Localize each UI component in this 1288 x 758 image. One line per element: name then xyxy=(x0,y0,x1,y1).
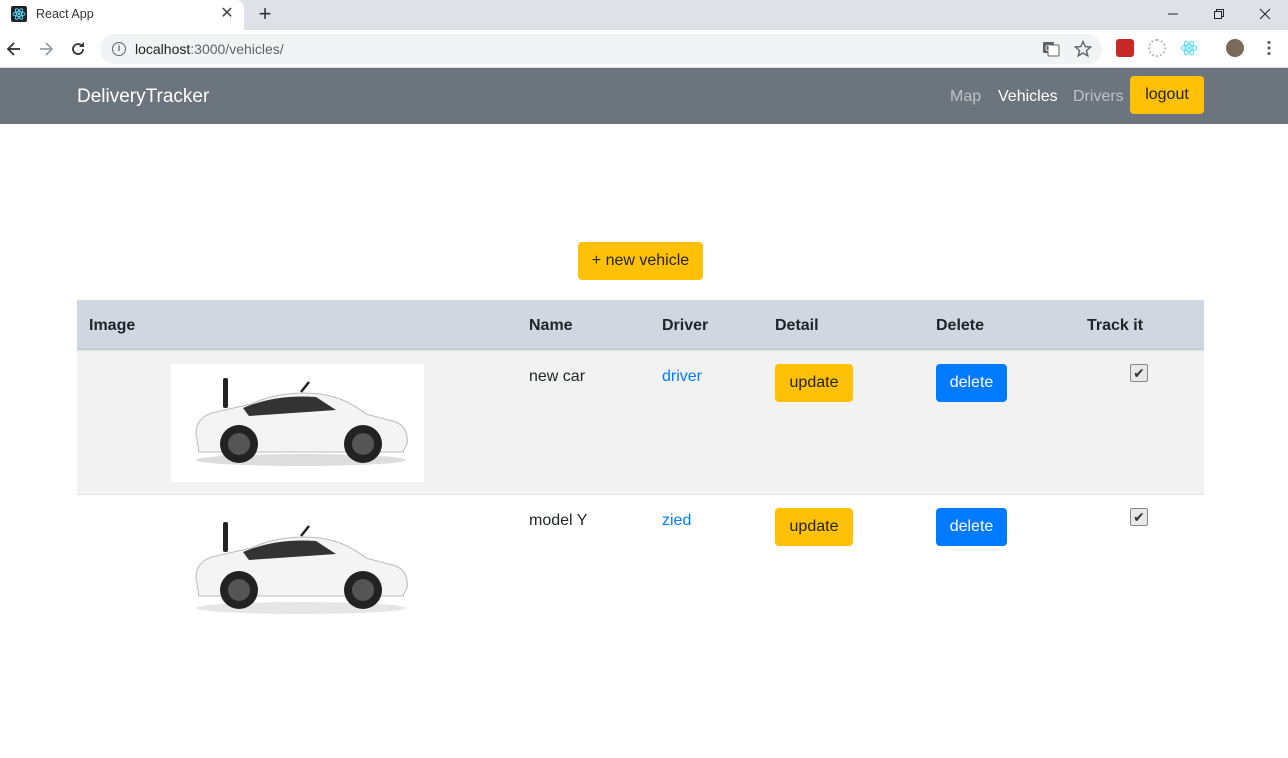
header-image: Image xyxy=(89,317,136,334)
track-checkbox[interactable]: ✔ xyxy=(1130,508,1148,526)
nav-link-vehicles[interactable]: Vehicles xyxy=(998,88,1058,106)
profile-avatar[interactable] xyxy=(1226,39,1244,57)
vehicle-image xyxy=(171,508,424,626)
app-navbar: DeliveryTracker Map Vehicles Drivers log… xyxy=(0,68,1288,124)
close-window-icon[interactable] xyxy=(1242,2,1288,26)
table-row: new car driver update delete ✔ xyxy=(77,350,1204,494)
header-track-it: Track it xyxy=(1087,317,1144,334)
new-tab-icon[interactable]: + xyxy=(254,3,276,25)
update-button[interactable]: update xyxy=(775,364,853,402)
delete-button[interactable]: delete xyxy=(936,364,1007,402)
nav-link-drivers[interactable]: Drivers xyxy=(1073,88,1124,106)
translate-icon[interactable]: G xyxy=(1042,40,1060,58)
header-detail: Detail xyxy=(775,317,819,334)
vehicle-name: new car xyxy=(529,368,586,385)
extension-red-icon[interactable] xyxy=(1116,39,1134,57)
minimize-icon[interactable] xyxy=(1150,2,1196,26)
header-driver: Driver xyxy=(662,317,709,334)
brand-logo[interactable]: DeliveryTracker xyxy=(77,86,209,108)
header-delete: Delete xyxy=(936,317,985,334)
react-devtools-icon[interactable] xyxy=(1180,39,1198,57)
tab-close-icon[interactable]: ✕ xyxy=(218,5,236,23)
svg-text:G: G xyxy=(1045,44,1051,53)
table-header: Image Name Driver Detail Delete Track it xyxy=(77,300,1204,350)
bookmark-star-icon[interactable] xyxy=(1073,39,1093,58)
update-button[interactable]: update xyxy=(775,508,853,546)
driver-link[interactable]: zied xyxy=(662,512,691,530)
site-info-icon[interactable]: i xyxy=(112,42,126,56)
restore-icon[interactable] xyxy=(1196,2,1242,26)
new-vehicle-button[interactable]: + new vehicle xyxy=(578,242,703,280)
address-bar[interactable]: i localhost:3000/vehicles/ G xyxy=(100,34,1102,64)
track-checkbox[interactable]: ✔ xyxy=(1130,364,1148,382)
menu-kebab-icon[interactable] xyxy=(1260,39,1278,57)
vehicle-image xyxy=(171,364,424,482)
driver-link[interactable]: driver xyxy=(662,368,702,386)
reload-icon[interactable] xyxy=(66,37,90,61)
tab-title: React App xyxy=(36,7,94,21)
delete-button[interactable]: delete xyxy=(936,508,1007,546)
header-name: Name xyxy=(529,317,573,334)
back-arrow-icon[interactable] xyxy=(2,37,26,61)
browser-tab[interactable]: React App ✕ xyxy=(0,0,244,30)
url-text: localhost:3000/vehicles/ xyxy=(135,41,284,57)
nav-link-map[interactable]: Map xyxy=(950,88,981,106)
table-row: model Y zied update delete ✔ xyxy=(77,494,1204,638)
logout-button[interactable]: logout xyxy=(1130,76,1204,114)
vehicle-name: model Y xyxy=(529,512,588,529)
extension-gear-icon[interactable] xyxy=(1148,39,1166,57)
browser-toolbar: i localhost:3000/vehicles/ G xyxy=(0,30,1288,68)
browser-tab-strip: React App ✕ + xyxy=(0,0,1288,30)
forward-arrow-icon[interactable] xyxy=(34,37,58,61)
react-favicon-icon xyxy=(11,6,27,22)
